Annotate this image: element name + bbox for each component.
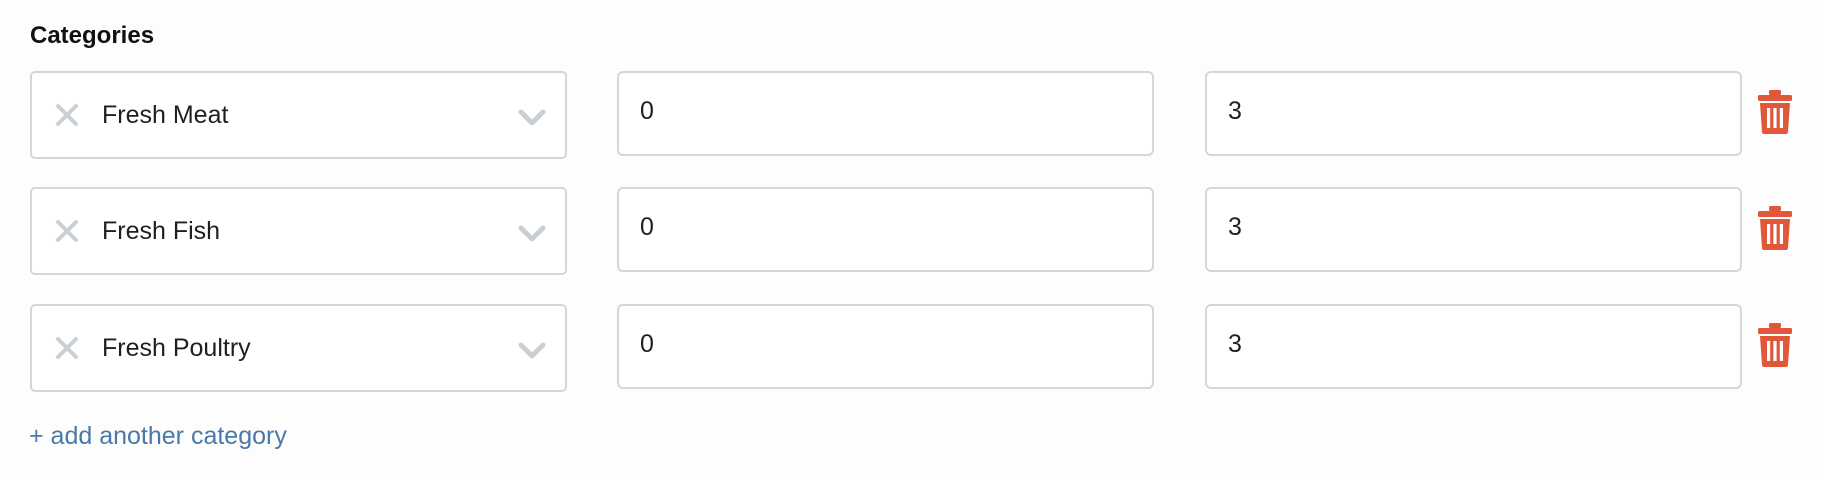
min-quantity-input[interactable] — [617, 187, 1154, 272]
category-select-value: Fresh Fish — [102, 217, 221, 245]
category-select[interactable]: Fresh Fish — [30, 187, 567, 275]
section-title: Categories — [30, 22, 155, 49]
category-select[interactable]: Fresh Meat — [30, 71, 567, 159]
min-quantity-input[interactable] — [617, 71, 1154, 156]
trash-icon[interactable] — [1757, 322, 1793, 368]
trash-icon[interactable] — [1757, 89, 1793, 135]
category-select[interactable]: Fresh Poultry — [30, 304, 567, 392]
max-quantity-input[interactable] — [1205, 187, 1742, 272]
chevron-down-icon[interactable] — [515, 103, 549, 133]
category-row: Fresh Poultry — [30, 304, 1793, 394]
chevron-down-icon[interactable] — [515, 219, 549, 249]
max-quantity-input[interactable] — [1205, 71, 1742, 156]
close-icon[interactable] — [50, 98, 84, 132]
category-select-value: Fresh Meat — [102, 101, 229, 129]
trash-icon[interactable] — [1757, 205, 1793, 251]
min-quantity-input[interactable] — [617, 304, 1154, 389]
chevron-down-icon[interactable] — [515, 336, 549, 366]
category-row: Fresh Meat — [30, 71, 1793, 161]
add-category-link[interactable]: + add another category — [29, 422, 287, 451]
categories-form: Categories Fresh Meat 0 3 Fresh Fish 0 3… — [0, 0, 1824, 480]
max-quantity-input[interactable] — [1205, 304, 1742, 389]
close-icon[interactable] — [50, 214, 84, 248]
close-icon[interactable] — [50, 331, 84, 365]
category-select-value: Fresh Poultry — [102, 334, 251, 362]
category-row: Fresh Fish — [30, 187, 1793, 277]
